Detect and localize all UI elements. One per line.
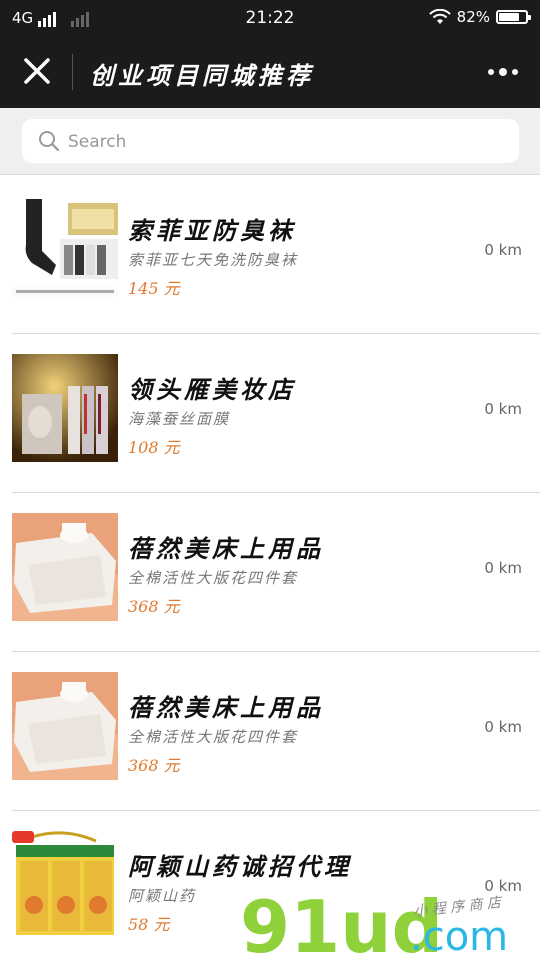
- search-input[interactable]: [66, 125, 490, 159]
- item-price: 368 元: [128, 597, 180, 616]
- item-name: 索菲亚防臭袜: [128, 216, 296, 245]
- item-distance: 0 km: [484, 559, 522, 577]
- product-list: 索菲亚防臭袜 索菲亚七天免洗防臭袜 145 元 0 km 领头雁美妆店 海藻蚕丝…: [0, 175, 540, 969]
- close-button[interactable]: [20, 54, 54, 88]
- list-item[interactable]: 蓓然美床上用品 全棉活性大版花四件套 368 元 0 km: [12, 652, 540, 811]
- bedding-product-image: [12, 513, 118, 621]
- item-desc: 全棉活性大版花四件套: [128, 728, 299, 746]
- item-distance: 0 km: [484, 877, 522, 895]
- list-item[interactable]: 阿颖山药诚招代理 阿颖山药 58 元 0 km: [12, 811, 540, 969]
- more-dots-icon: [488, 69, 494, 75]
- socks-product-image: [12, 195, 118, 303]
- item-name: 阿颖山药诚招代理: [128, 852, 352, 881]
- item-distance: 0 km: [484, 400, 522, 418]
- item-distance: 0 km: [484, 241, 522, 259]
- close-icon: [24, 58, 50, 84]
- yam-gift-box-image: [12, 831, 118, 939]
- search-bar: [0, 108, 540, 175]
- more-dots-icon: [512, 69, 518, 75]
- bedding-product-image: [12, 672, 118, 780]
- status-bar: 4G 21:22 82%: [0, 0, 540, 36]
- item-desc: 海藻蚕丝面膜: [128, 410, 231, 428]
- wifi-icon: [428, 9, 451, 24]
- item-desc: 阿颖山药: [128, 887, 197, 905]
- battery-level: [499, 13, 519, 21]
- battery-percent: 82%: [456, 8, 490, 26]
- item-price: 108 元: [128, 438, 180, 457]
- item-price: 145 元: [128, 279, 180, 298]
- search-icon: [39, 131, 60, 152]
- face-mask-product-image: [12, 354, 118, 462]
- nav-divider: [72, 54, 73, 90]
- status-right: 82%: [428, 8, 531, 26]
- item-name: 领头雁美妆店: [128, 375, 296, 404]
- list-item[interactable]: 索菲亚防臭袜 索菲亚七天免洗防臭袜 145 元 0 km: [12, 175, 540, 334]
- list-item[interactable]: 蓓然美床上用品 全棉活性大版花四件套 368 元 0 km: [12, 493, 540, 652]
- search-box[interactable]: [22, 119, 519, 163]
- nav-bar: 创业项目同城推荐: [0, 36, 540, 108]
- item-price: 368 元: [128, 756, 180, 775]
- battery-icon: [496, 10, 531, 24]
- item-distance: 0 km: [484, 718, 522, 736]
- item-name: 蓓然美床上用品: [128, 534, 324, 563]
- page-title: 创业项目同城推荐: [90, 61, 314, 90]
- list-item[interactable]: 领头雁美妆店 海藻蚕丝面膜 108 元 0 km: [12, 334, 540, 493]
- more-button[interactable]: [488, 64, 522, 80]
- item-desc: 索菲亚七天免洗防臭袜: [128, 251, 299, 269]
- item-desc: 全棉活性大版花四件套: [128, 569, 299, 587]
- item-price: 58 元: [128, 915, 170, 934]
- more-dots-icon: [499, 68, 507, 76]
- item-name: 蓓然美床上用品: [128, 693, 324, 722]
